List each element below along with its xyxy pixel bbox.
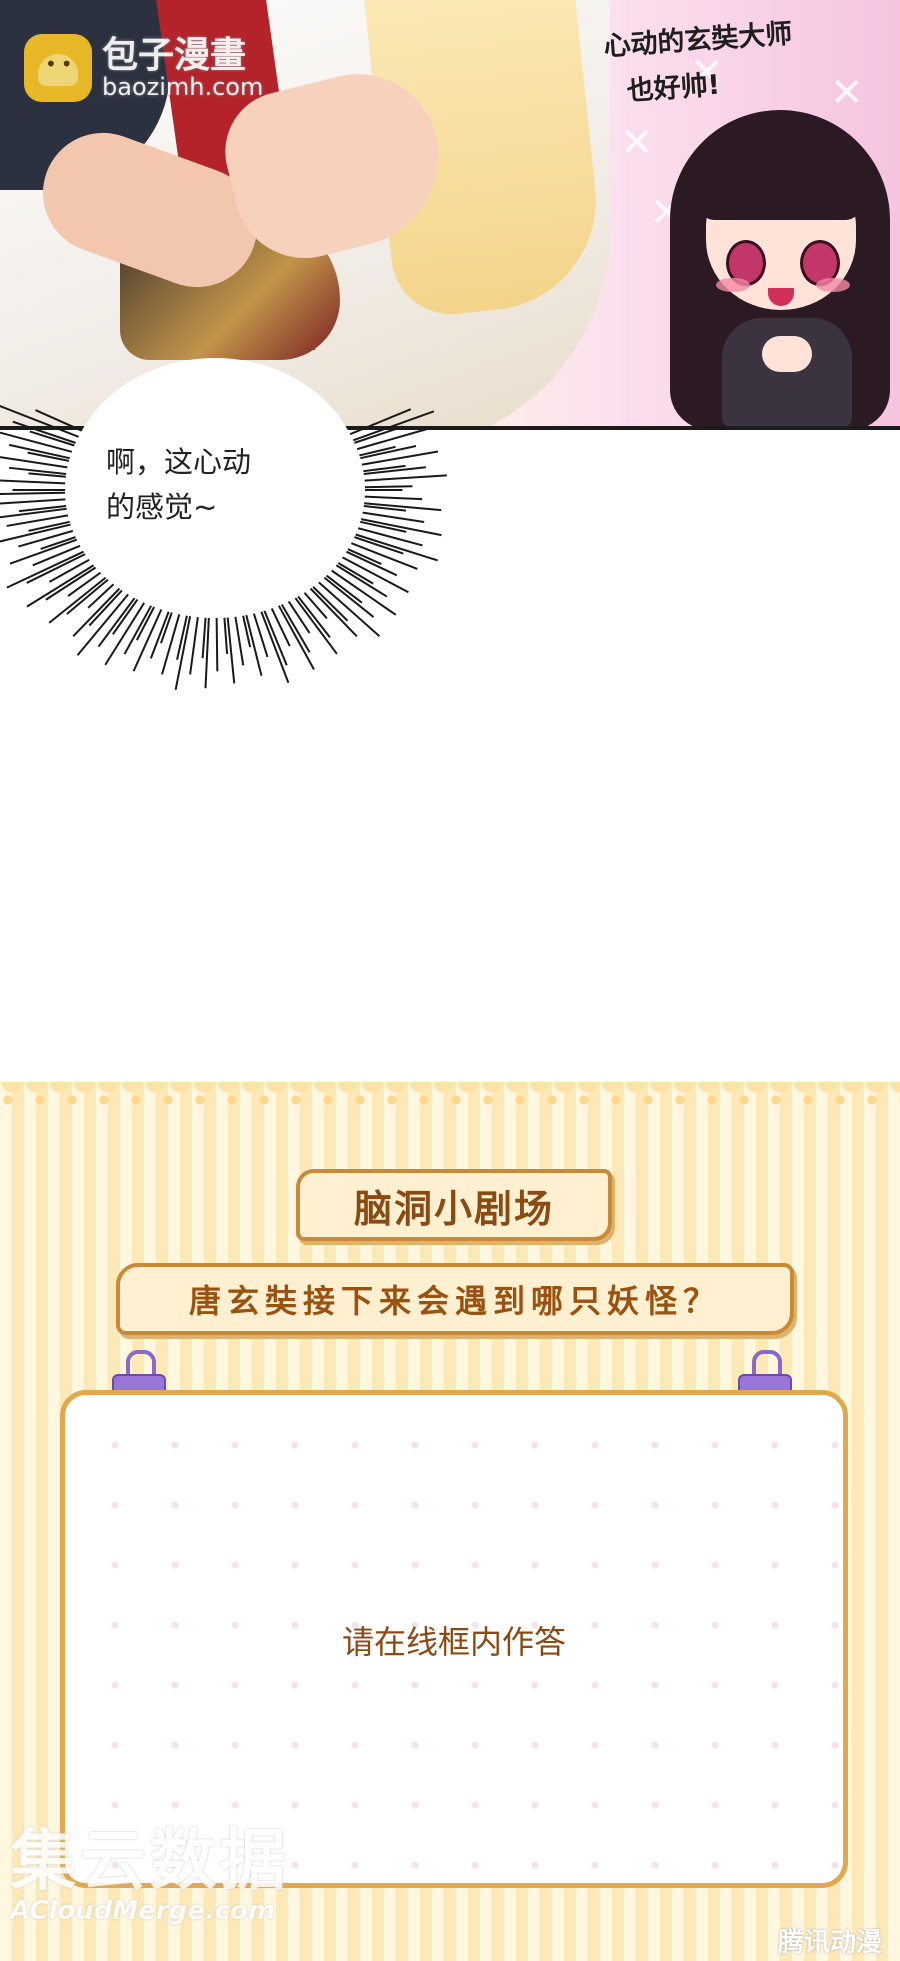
tencent-watermark: 腾讯动漫 xyxy=(777,1928,882,1958)
watermark-en: ACloudMerge.com xyxy=(10,1896,276,1926)
acloud-watermark: 集云数据 ACloudMerge.com xyxy=(10,1822,290,1927)
chibi-girl-hands xyxy=(762,336,812,372)
watermark-name: 包子漫畫 xyxy=(102,35,247,76)
chibi-blush-right xyxy=(816,278,850,292)
lace-dots xyxy=(0,1092,900,1108)
quiz-title: 脑洞小剧场 xyxy=(353,1186,554,1231)
burst-line: 啊，这心动 xyxy=(106,445,252,479)
answer-box[interactable]: 请在线框内作答 xyxy=(60,1390,848,1888)
quiz-question: 唐玄奘接下来会遇到哪只妖怪？ xyxy=(188,1282,721,1320)
baozi-watermark: 包子漫畫 baozimh.com xyxy=(24,34,263,102)
baozi-logo-icon xyxy=(24,34,92,102)
burst-bubble-text: 啊，这心动 的感觉~ xyxy=(106,440,251,530)
answer-placeholder: 请在线框内作答 xyxy=(341,1623,566,1661)
watermark-url: baozimh.com xyxy=(102,73,264,101)
chibi-girl-body xyxy=(722,318,852,428)
quiz-question-box: 唐玄奘接下来会遇到哪只妖怪？ xyxy=(116,1263,794,1335)
chibi-girl-bangs xyxy=(700,150,860,220)
burst-line: 的感觉~ xyxy=(106,490,218,524)
quiz-title-box: 脑洞小剧场 xyxy=(296,1169,612,1241)
watermark-cn: 集云数据 xyxy=(10,1822,290,1899)
chibi-blush-left xyxy=(716,278,750,292)
